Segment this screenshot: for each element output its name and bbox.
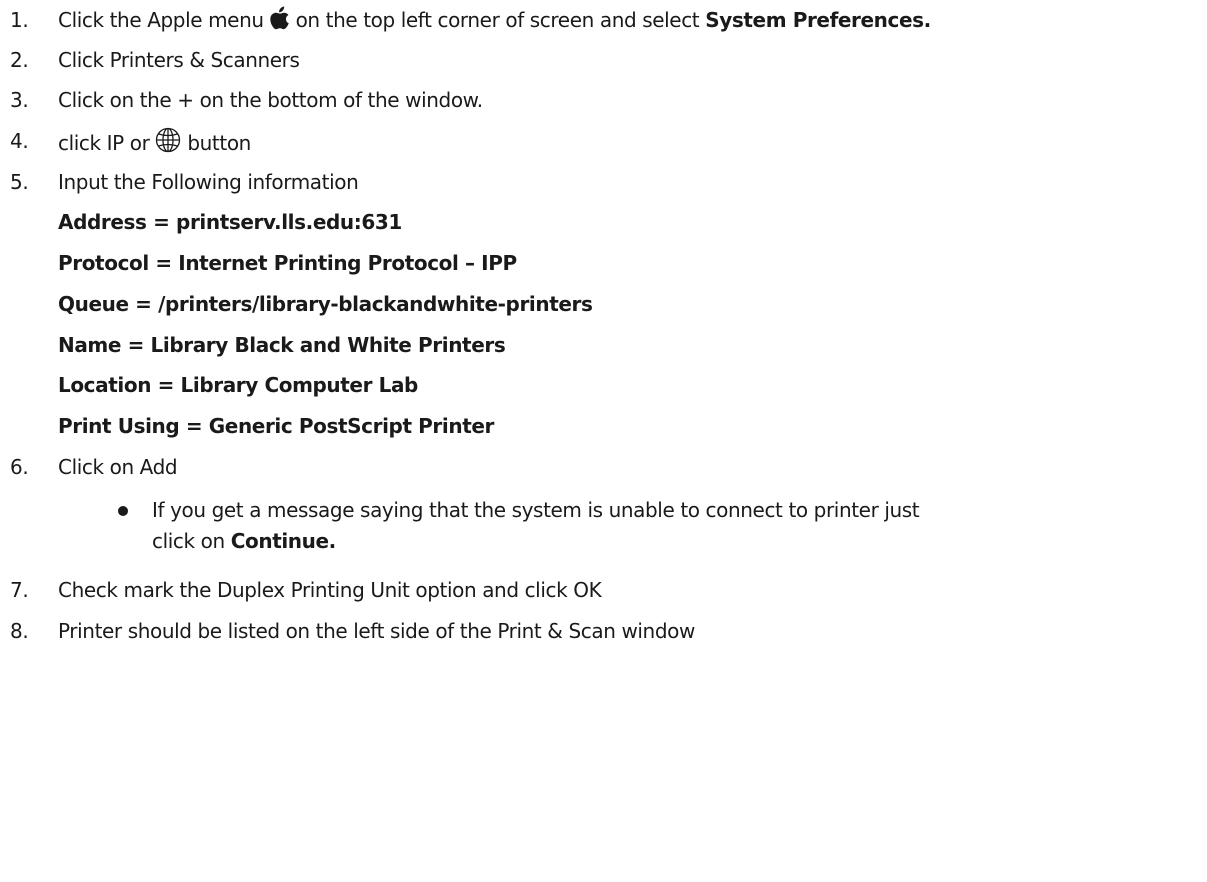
print-using-field-info: Print Using = Generic PostScript Printer (58, 414, 494, 438)
globe-icon (155, 127, 181, 160)
step-number: 8. (10, 619, 29, 643)
step-text: click IP or (58, 131, 150, 155)
step-4: 4. click IP or button (0, 127, 1207, 155)
step-text: Input the Following information (58, 170, 359, 194)
step-text: Printer should be listed on the left sid… (58, 619, 695, 643)
step-text: Click on Add (58, 455, 178, 479)
step-number: 3. (10, 88, 29, 112)
bullet-icon (118, 506, 128, 516)
note-text: If you get a message saying that the sys… (152, 498, 920, 522)
step-text: Click the Apple menu (58, 8, 264, 32)
instructions-page: 1. Click the Apple menu on the top left … (0, 0, 1207, 882)
protocol-field-info: Protocol = Internet Printing Protocol – … (58, 251, 517, 275)
step-number: 7. (10, 578, 29, 602)
step-number: 6. (10, 455, 29, 479)
step-7: 7. Check mark the Duplex Printing Unit o… (0, 576, 1207, 604)
step-text: Click Printers & Scanners (58, 48, 300, 72)
name-field-info: Name = Library Black and White Printers (58, 333, 506, 357)
step-number: 2. (10, 48, 29, 72)
location-field-info: Location = Library Computer Lab (58, 373, 418, 397)
apple-logo-icon (269, 6, 290, 37)
system-preferences-label: System Preferences. (705, 8, 931, 32)
step-3: 3. Click on the + on the bottom of the w… (0, 86, 1207, 114)
step-6: 6. Click on Add (0, 453, 1207, 481)
step-1: 1. Click the Apple menu on the top left … (0, 6, 1207, 34)
step-text: button (187, 131, 251, 155)
step-2: 2. Click Printers & Scanners (0, 46, 1207, 74)
step-text: Check mark the Duplex Printing Unit opti… (58, 578, 602, 602)
step-number: 4. (10, 129, 29, 153)
step-number: 5. (10, 170, 29, 194)
step-text: Click on the + on the bottom of the wind… (58, 88, 483, 112)
step-8: 8. Printer should be listed on the left … (0, 617, 1207, 645)
step-text: on the top left corner of screen and sel… (295, 8, 700, 32)
step-5: 5. Input the Following information (0, 168, 1207, 196)
address-field-info: Address = printserv.lls.edu:631 (58, 210, 402, 234)
step-number: 1. (10, 8, 29, 32)
continue-label: Continue. (230, 529, 337, 553)
queue-field-info: Queue = /printers/library-blackandwhite-… (58, 292, 593, 316)
note-text: click on (152, 529, 225, 553)
